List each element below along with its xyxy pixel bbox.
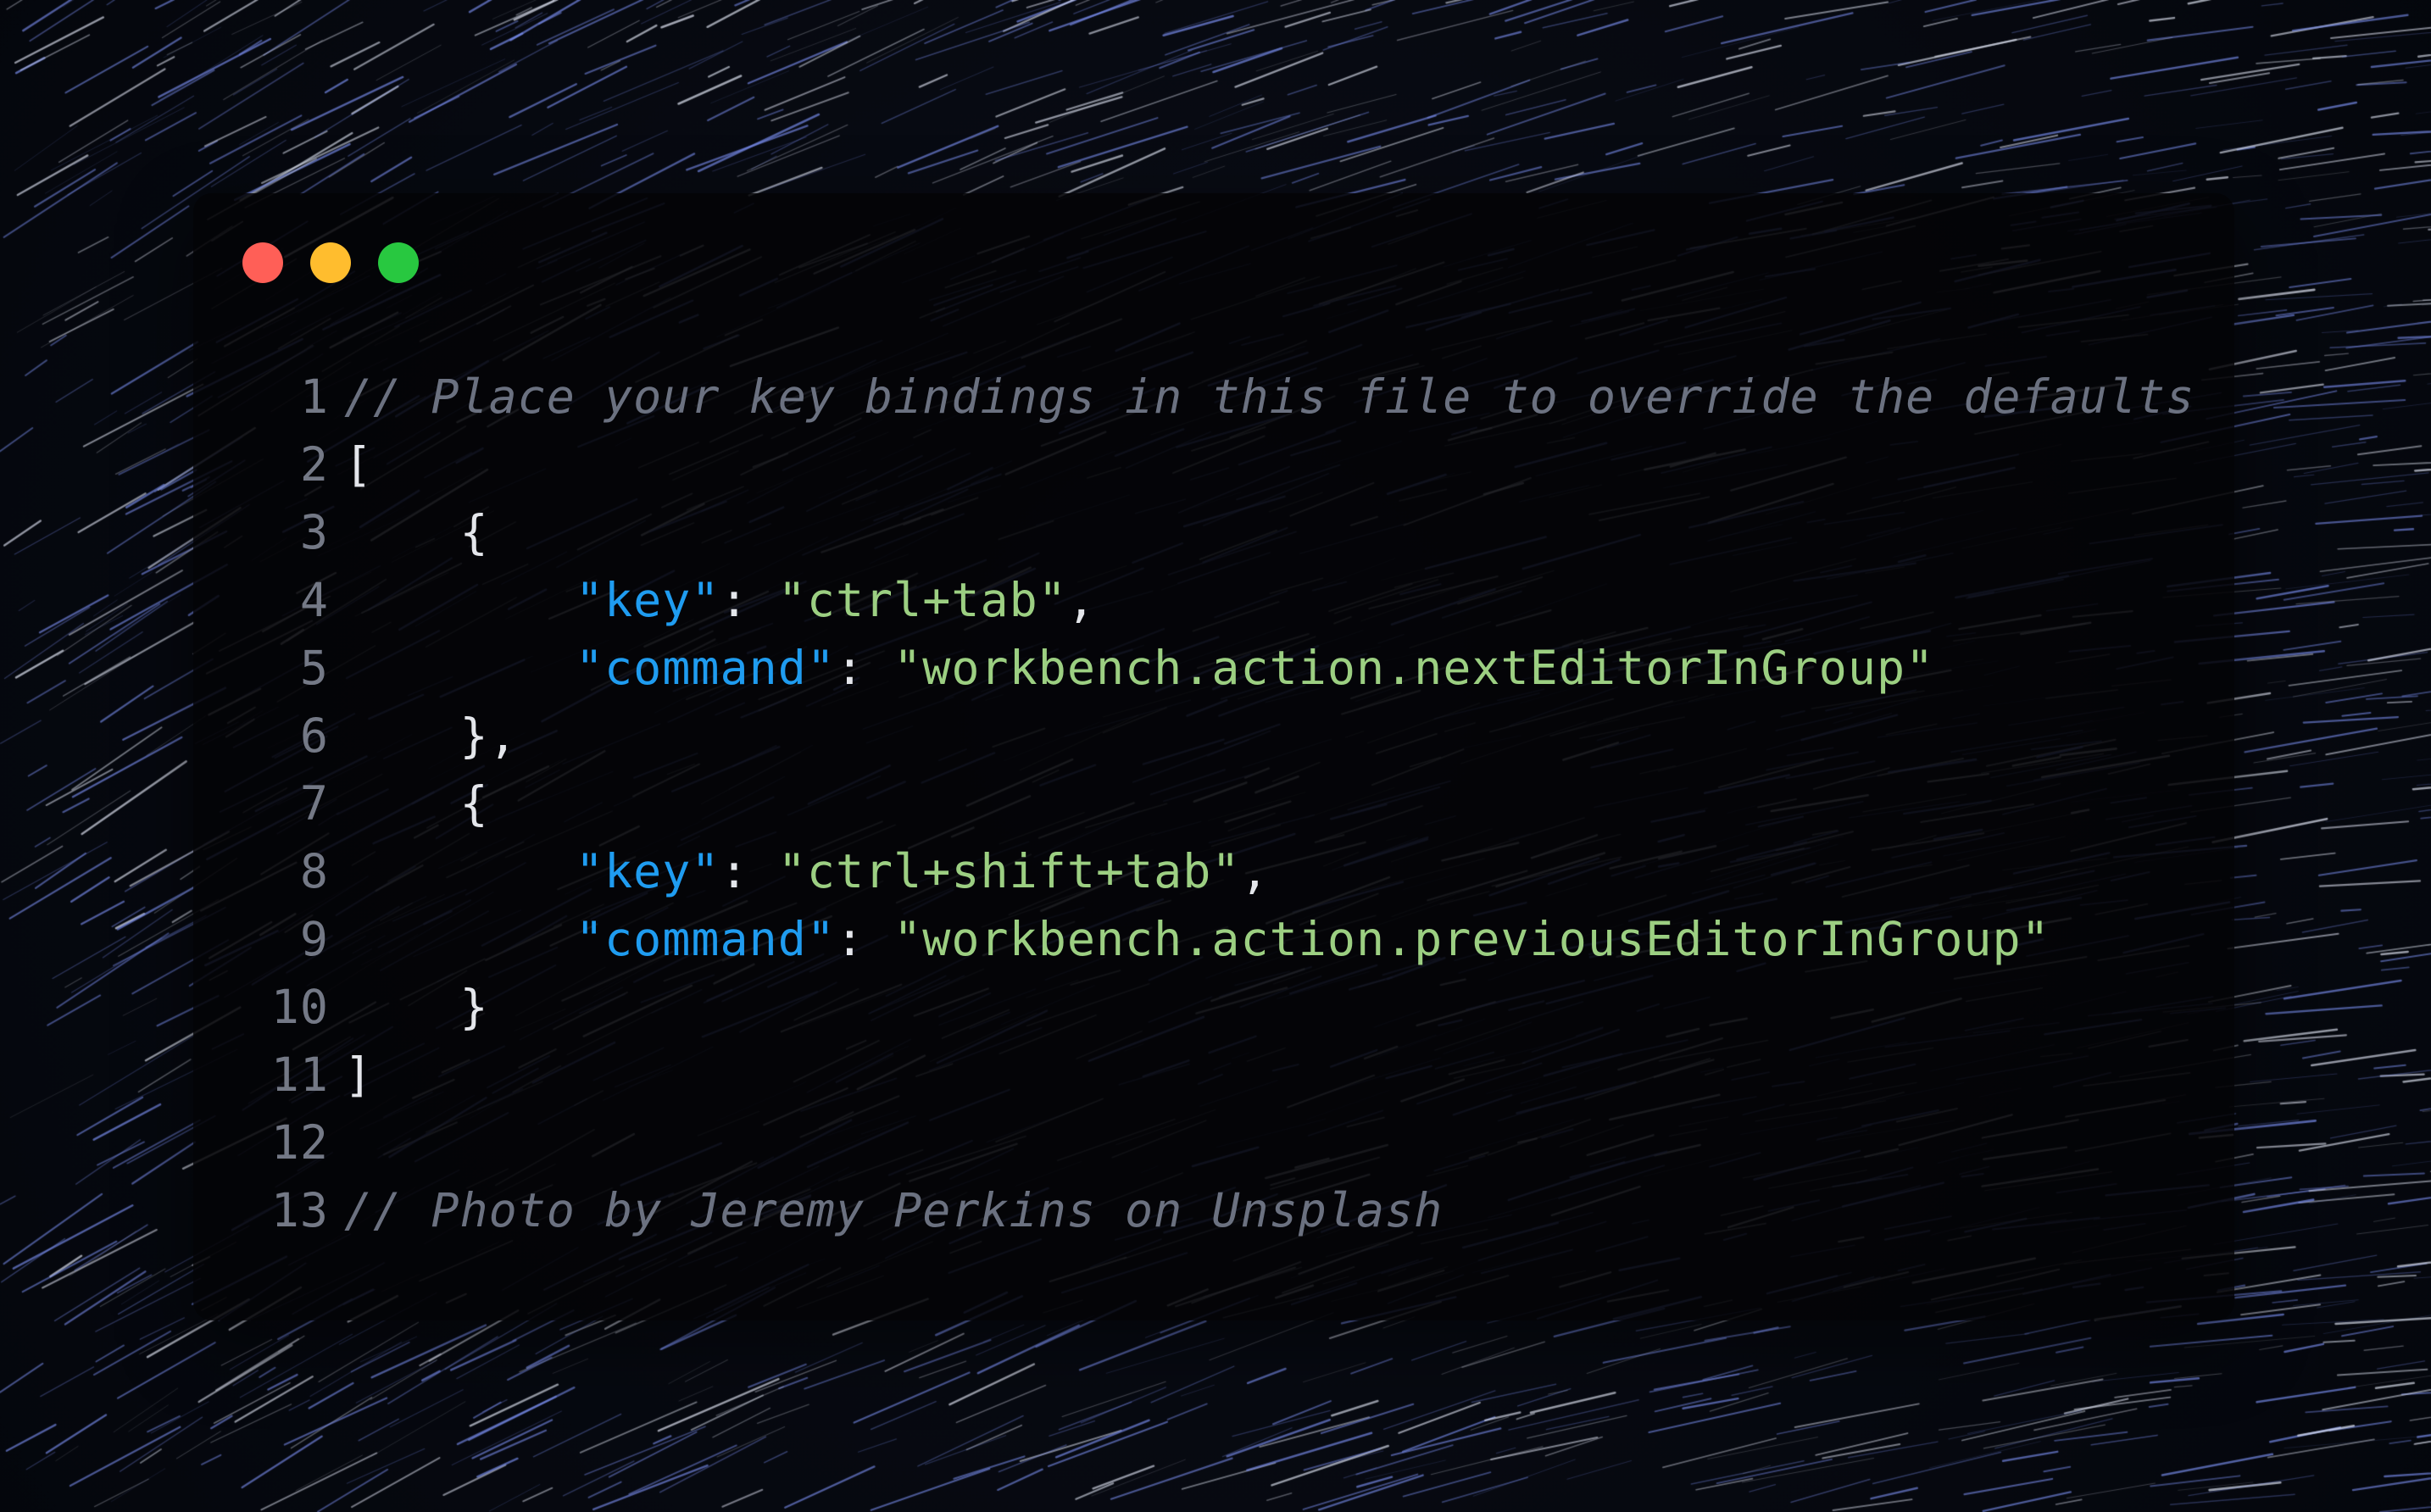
line-number: 4 (299, 573, 329, 627)
line-number: 3 (299, 505, 329, 559)
line-content: }, (344, 709, 2211, 763)
line-content: { (344, 776, 2211, 831)
code-line: 10 } (244, 973, 2211, 1041)
line-content: "command": "workbench.action.nextEditorI… (344, 641, 2211, 695)
line-number: 9 (299, 912, 329, 966)
code-line: 13 // Photo by Jeremy Perkins on Unsplash (244, 1176, 2211, 1244)
json-key: "key" (575, 844, 720, 898)
line-content: ] (344, 1048, 2211, 1102)
code-comment: // Place your key bindings in this file … (344, 370, 2195, 424)
code-line: 2[ (244, 431, 2211, 498)
code-line: 5 "command": "workbench.action.nextEdito… (244, 634, 2211, 702)
code-comment: // Photo by Jeremy Perkins on Unsplash (344, 1183, 1444, 1237)
code-punctuation: , (1240, 844, 1270, 898)
code-punctuation: }, (344, 709, 518, 763)
zoom-button[interactable] (378, 242, 419, 283)
line-number: 10 (270, 980, 329, 1034)
line-content: "key": "ctrl+shift+tab", (344, 844, 2211, 898)
line-content: { (344, 505, 2211, 559)
json-key: "key" (575, 573, 720, 627)
code-line: 3 { (244, 498, 2211, 566)
code-punctuation: : (720, 573, 778, 627)
code-line: 4 "key": "ctrl+tab", (244, 566, 2211, 634)
code-punctuation (344, 573, 576, 627)
code-punctuation: : (720, 844, 778, 898)
line-content: "command": "workbench.action.previousEdi… (344, 912, 2211, 966)
line-number: 2 (299, 437, 329, 492)
line-number: 11 (270, 1048, 329, 1102)
code-line: 9 "command": "workbench.action.previousE… (244, 905, 2211, 973)
line-number: 13 (270, 1183, 329, 1237)
json-string: "workbench.action.previousEditorInGroup" (893, 912, 2050, 966)
line-content: "key": "ctrl+tab", (344, 573, 2211, 627)
code-line: 7 { (244, 770, 2211, 837)
line-number: 6 (299, 709, 329, 763)
code-punctuation (344, 912, 576, 966)
json-string: "ctrl+tab" (777, 573, 1067, 627)
line-number: 7 (299, 776, 329, 831)
code-editor: 1 // Place your key bindings in this file… (244, 363, 2211, 1244)
line-number: 5 (299, 641, 329, 695)
close-button[interactable] (242, 242, 283, 283)
code-line: 6 }, (244, 702, 2211, 770)
json-key: "command" (575, 641, 836, 695)
json-string: "ctrl+shift+tab" (777, 844, 1241, 898)
code-punctuation: : (835, 912, 894, 966)
code-line: 12 (244, 1109, 2211, 1176)
line-number: 12 (270, 1115, 329, 1170)
json-string: "workbench.action.nextEditorInGroup" (893, 641, 1935, 695)
code-window: 1 // Place your key bindings in this file… (193, 193, 2234, 1320)
code-punctuation: , (1066, 573, 1096, 627)
code-punctuation: } (344, 980, 489, 1034)
code-line: 8 "key": "ctrl+shift+tab", (244, 837, 2211, 905)
line-number: 8 (299, 844, 329, 898)
line-content: [ (344, 437, 2211, 492)
line-number: 1 (299, 370, 329, 424)
window-controls (242, 242, 419, 283)
code-line: 11] (244, 1041, 2211, 1109)
code-punctuation: ] (344, 1048, 374, 1102)
code-punctuation: { (344, 505, 489, 559)
code-punctuation (344, 844, 576, 898)
code-line: 1 // Place your key bindings in this file… (244, 363, 2211, 431)
json-key: "command" (575, 912, 836, 966)
code-punctuation (344, 641, 576, 695)
code-punctuation: [ (344, 437, 374, 492)
line-content: // Photo by Jeremy Perkins on Unsplash (344, 1183, 2211, 1237)
line-content: } (344, 980, 2211, 1034)
minimize-button[interactable] (310, 242, 351, 283)
code-punctuation: : (835, 641, 894, 695)
line-content: // Place your key bindings in this file … (344, 370, 2211, 424)
code-punctuation: { (344, 776, 489, 831)
